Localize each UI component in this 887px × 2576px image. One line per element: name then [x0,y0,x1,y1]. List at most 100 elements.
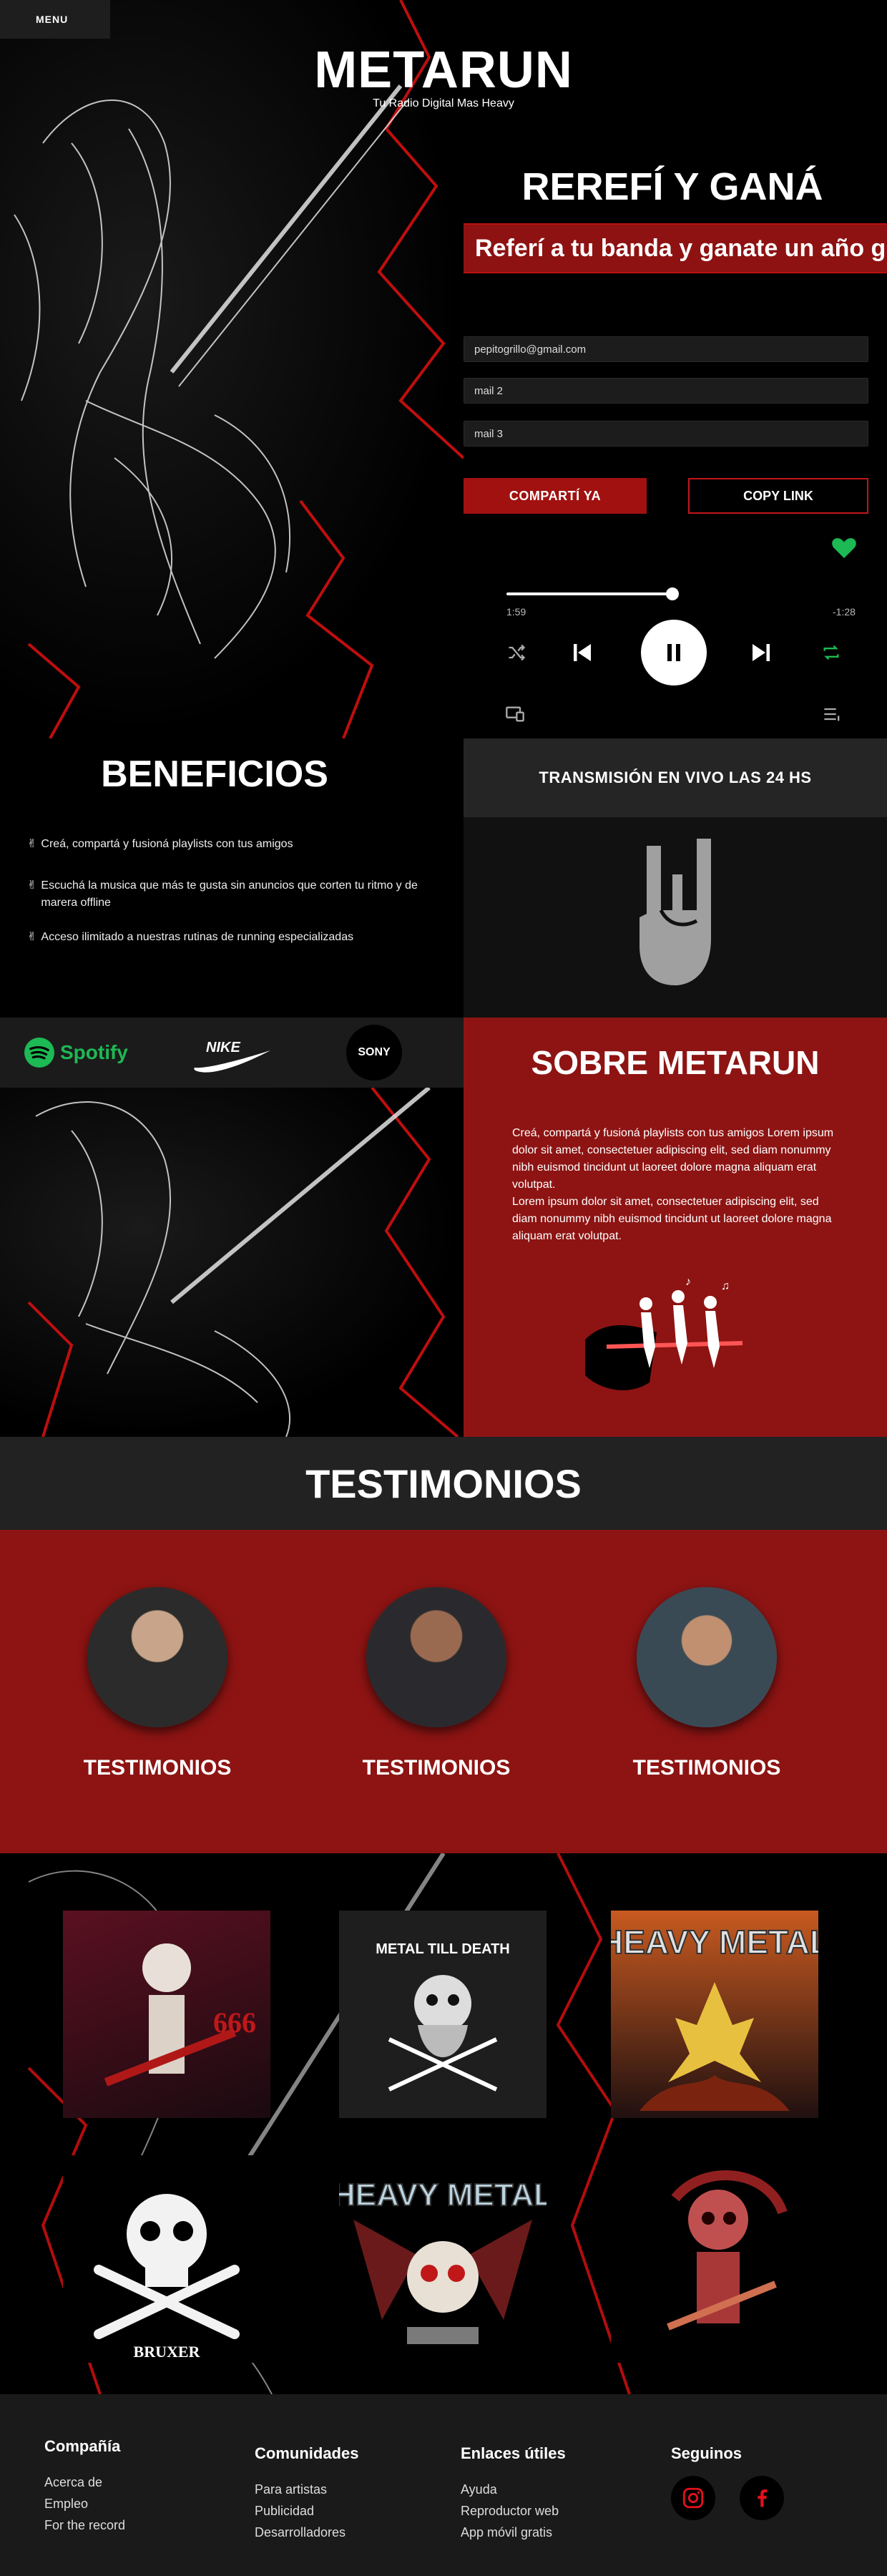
testimonials-section: TESTIMONIOS TESTIMONIOS TESTIMONIOS [0,1530,887,1853]
nike-logo: NIKE [194,1040,270,1073]
avatar [637,1587,777,1727]
progress-handle[interactable] [666,587,679,600]
footer-column-communities: Comunidades Para artistas Publicidad Des… [255,2444,358,2543]
footer-link[interactable]: App móvil gratis [461,2522,566,2543]
avatar [87,1587,227,1727]
gallery-item[interactable]: BRUXER [63,2155,270,2363]
gallery-item[interactable]: METAL TILL DEATH [339,1911,547,2118]
gallery-item[interactable]: HEAVY METAL [339,2155,547,2363]
svg-text:666: 666 [213,2006,256,2039]
menu-label: MENU [36,14,69,25]
heart-icon[interactable] [830,533,858,562]
svg-text:BRUXER: BRUXER [134,2343,201,2361]
rock-hand-icon: ✌ [27,931,37,943]
testimonial-card[interactable]: TESTIMONIOS [614,1587,800,1780]
devices-icon[interactable] [505,706,525,723]
instagram-icon [682,2487,704,2509]
brand-logo: METARUN [314,42,573,99]
testimonials-title: TESTIMONIOS [0,1437,887,1530]
email-field-2[interactable]: mail 2 [464,378,868,404]
benefits-title: BENEFICIOS [101,753,328,795]
brand-tagline: Tu Radio Digital Mas Heavy [373,97,514,109]
testimonial-label: TESTIMONIOS [83,1756,232,1780]
referral-title: REREFÍ Y GANÁ [521,165,823,208]
gallery-item[interactable]: 666 [63,1911,270,2118]
red-skeleton-art [667,2170,788,2331]
live-section: TRANSMISIÓN EN VIVO LAS 24 HS [464,738,887,1018]
facebook-button[interactable] [740,2476,784,2520]
previous-icon[interactable] [569,640,595,665]
shuffle-icon[interactable] [506,643,526,663]
benefit-item: ✌ Acceso ilimitado a nuestras rutinas de … [27,929,442,946]
testimonial-label: TESTIMONIOS [632,1756,781,1780]
progress-track[interactable] [506,592,672,595]
rock-hand-icon: ✌ [27,838,37,850]
footer-link[interactable]: Empleo [44,2493,125,2514]
email-value: pepitogrillo@gmail.com [474,343,587,356]
footer-link[interactable]: For the record [44,2514,125,2536]
benefit-item: ✌ Creá, compartá y fusioná playlists con … [27,836,442,853]
testimonial-label: TESTIMONIOS [362,1756,511,1780]
footer-column-company: Compañía Acerca de Empleo For the record [44,2437,125,2536]
benefit-text: Acceso ilimitado a nuestras rutinas de r… [41,931,354,943]
testimonial-card[interactable]: TESTIMONIOS [343,1587,529,1780]
rock-hand-icon: ✌ [27,879,37,892]
footer-link[interactable]: Acerca de [44,2472,125,2493]
svg-text:HEAVY METAL: HEAVY METAL [339,2177,547,2212]
menu-button[interactable]: MENU [0,0,110,39]
next-icon[interactable] [748,640,774,665]
referral-banner: Referí a tu banda y ganate un año gratis [464,223,887,273]
footer-link[interactable]: Para artistas [255,2479,358,2500]
skull-crossbones-art: BRUXER [94,2194,240,2361]
metal-till-death-art: METAL TILL DEATH [376,1941,510,2092]
social-links [671,2476,784,2520]
gallery-item[interactable]: HEAVY METAL [611,1911,818,2118]
repeat-icon[interactable] [821,643,841,663]
runners-illustration: ♪ ♫ [585,1276,743,1390]
brand-header: METARUN Tu Radio Digital Mas Heavy [0,42,887,110]
svg-text:♫: ♫ [721,1280,730,1292]
gallery-item[interactable] [611,2155,818,2363]
rock-hand-icon [639,839,711,985]
benefit-text: Creá, compartá y fusioná playlists con t… [41,838,293,850]
about-section: SOBRE METARUN Creá, compartá y fusioná p… [464,1018,887,1437]
footer: Compañía Acerca de Empleo For the record… [0,2394,887,2576]
live-title: TRANSMISIÓN EN VIVO LAS 24 HS [464,738,887,817]
share-button[interactable]: COMPARTÍ YA [464,478,647,514]
svg-text:♪: ♪ [685,1276,691,1288]
instagram-button[interactable] [671,2476,715,2520]
footer-link[interactable]: Desarrolladores [255,2522,358,2543]
email-value: mail 2 [474,384,504,397]
spotify-logo: Spotify [24,1038,128,1068]
elapsed-time: 1:59 [506,606,526,618]
footer-link[interactable]: Publicidad [255,2500,358,2522]
pause-icon [667,644,680,661]
email-field-3[interactable]: mail 3 [464,421,868,447]
about-text: Creá, compartá y fusioná playlists con t… [512,1127,834,1242]
heavy-metal-skull-wings-art: HEAVY METAL [339,2177,547,2344]
skeleton-guitar-art: 666 [104,1943,256,2087]
hero-artwork [0,0,464,738]
svg-text:NIKE: NIKE [206,1040,240,1055]
pause-button[interactable] [641,620,707,686]
spotify-icon [24,1038,54,1068]
footer-column-social: Seguinos [671,2444,784,2520]
live-body [464,817,887,1018]
heavy-metal-poster-art: HEAVY METAL [611,1923,818,2111]
sony-logo: SONY [346,1025,402,1080]
svg-text:HEAVY METAL: HEAVY METAL [611,1923,818,1961]
referral-panel: REREFÍ Y GANÁ Referí a tu banda y ganate… [464,165,887,722]
footer-column-title: Compañía [44,2437,121,2455]
svg-text:METAL TILL DEATH: METAL TILL DEATH [376,1941,509,1957]
benefit-text: Escuchá la musica que más te gusta sin a… [41,879,418,909]
footer-social-title: Seguinos [671,2444,743,2462]
email-field-1[interactable]: pepitogrillo@gmail.com [464,336,868,362]
footer-link[interactable]: Reproductor web [461,2500,566,2522]
footer-column-title: Enlaces útiles [461,2444,566,2462]
footer-link[interactable]: Ayuda [461,2479,566,2500]
gallery-section: 666 METAL TILL DEATH HEAVY METAL BRUXER [0,1853,887,2394]
copy-link-button[interactable]: COPY LINK [688,478,868,514]
testimonial-card[interactable]: TESTIMONIOS [64,1587,250,1780]
queue-icon[interactable] [823,706,843,723]
avatar [366,1587,506,1727]
